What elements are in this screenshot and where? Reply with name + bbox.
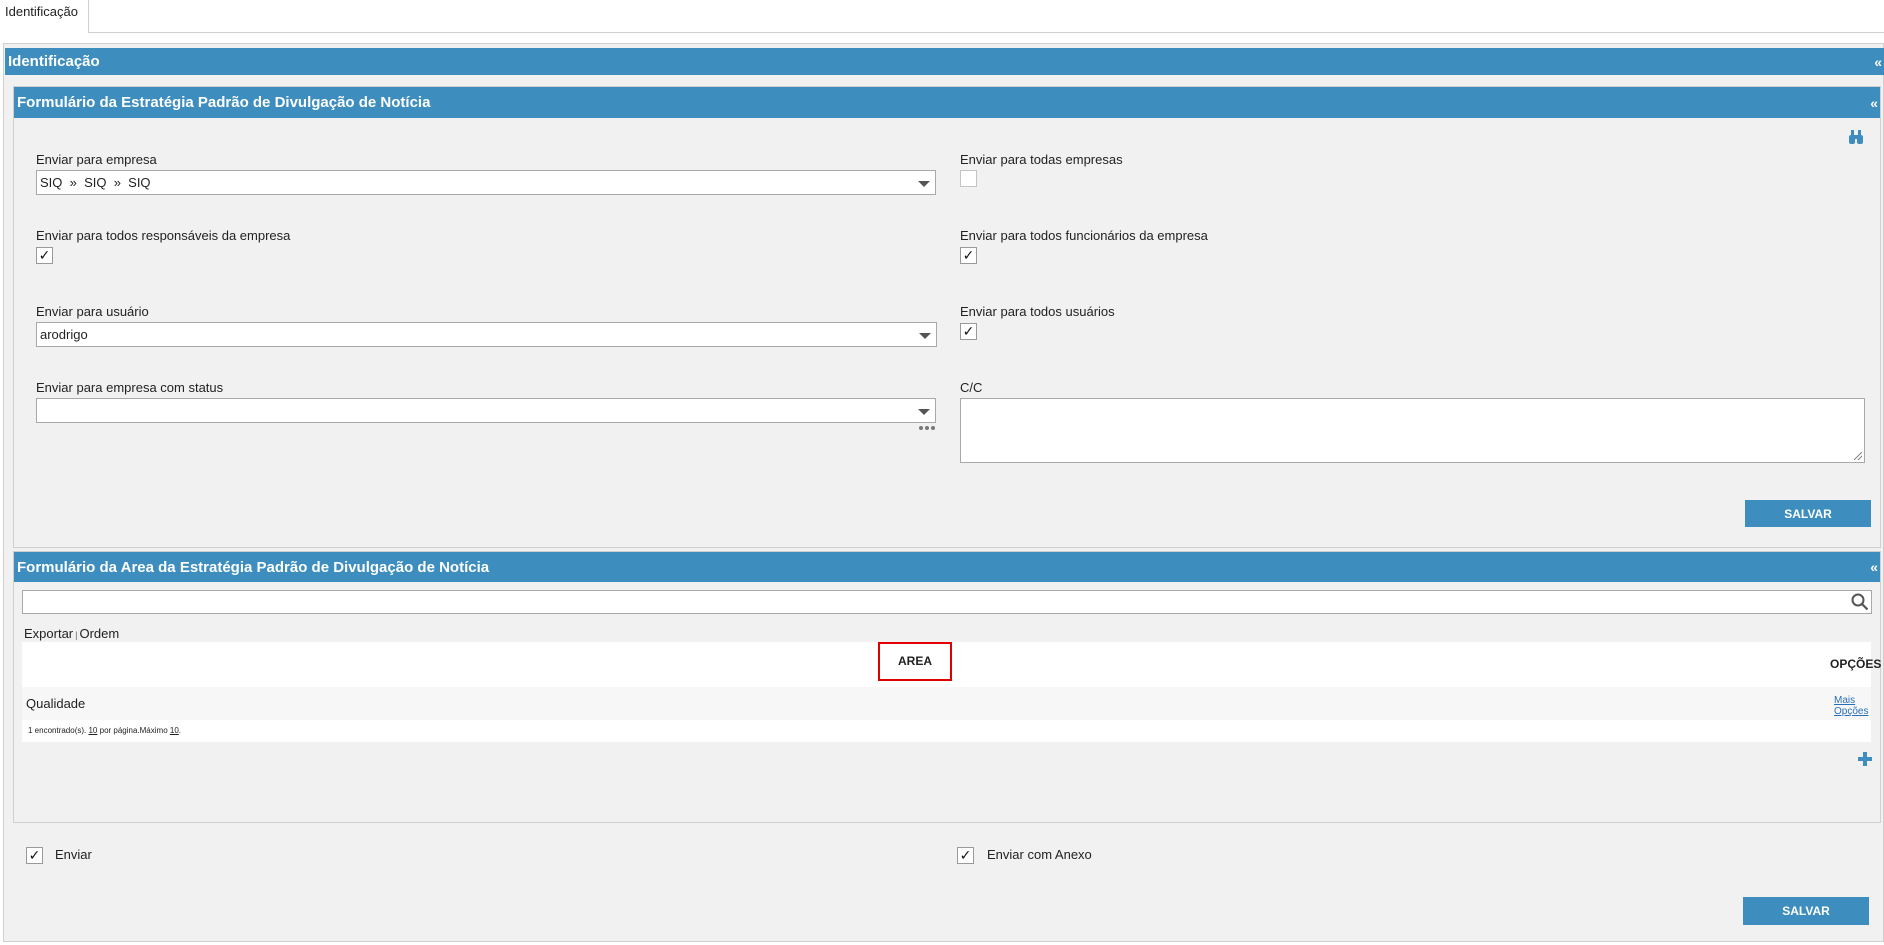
cc-textarea[interactable] bbox=[960, 398, 1865, 463]
pagination-info: 1 encontrado(s). 10 por página.Máximo 10… bbox=[22, 720, 1871, 742]
collapse-icon[interactable]: « bbox=[1870, 559, 1878, 575]
max-link[interactable]: 10 bbox=[170, 726, 179, 735]
todos-funcionarios-checkbox[interactable]: ✓ bbox=[960, 247, 977, 264]
checkmark-icon: ✓ bbox=[962, 247, 975, 263]
empresa-value: SIQ » SIQ » SIQ bbox=[40, 175, 151, 190]
form-area-panel: Formulário da Area da Estratégia Padrão … bbox=[13, 551, 1881, 823]
section-title: Identificação bbox=[8, 53, 100, 70]
usuario-select[interactable]: arodrigo bbox=[36, 322, 937, 347]
collapse-icon[interactable]: « bbox=[1870, 95, 1878, 111]
todos-responsaveis-label: Enviar para todos responsáveis da empres… bbox=[36, 228, 291, 243]
todas-empresas-checkbox[interactable] bbox=[960, 170, 977, 187]
table-toolbar: Exportar | Ordem bbox=[24, 626, 119, 641]
mais-opcoes-line2: Opções bbox=[1834, 706, 1869, 717]
resize-grip-icon[interactable] bbox=[1854, 452, 1862, 460]
column-header-opcoes: OPÇÕES bbox=[1830, 657, 1882, 671]
save-button-bottom[interactable]: SALVAR bbox=[1743, 897, 1869, 925]
empresa-select[interactable]: SIQ » SIQ » SIQ bbox=[36, 170, 936, 195]
table-header: AREA OPÇÕES bbox=[22, 642, 1881, 687]
search-input[interactable] bbox=[22, 590, 1872, 614]
form-estrategia-header[interactable]: Formulário da Estratégia Padrão de Divul… bbox=[14, 87, 1880, 118]
todos-usuarios-checkbox[interactable]: ✓ bbox=[960, 323, 977, 340]
enviar-anexo-label: Enviar com Anexo bbox=[987, 847, 1092, 862]
pagination-mid: por página.Máximo bbox=[97, 726, 170, 735]
usuario-label: Enviar para usuário bbox=[36, 304, 149, 319]
main-panel: Identificação « Formulário da Estratégia… bbox=[3, 43, 1884, 942]
collapse-icon[interactable]: « bbox=[1874, 54, 1882, 70]
enviar-label: Enviar bbox=[55, 847, 92, 862]
status-label: Enviar para empresa com status bbox=[36, 380, 224, 395]
checkmark-icon: ✓ bbox=[28, 847, 41, 863]
tab-bar: Identificação bbox=[0, 0, 1884, 33]
checkmark-icon: ✓ bbox=[962, 323, 975, 339]
pagination-found: 1 encontrado(s). bbox=[28, 726, 89, 735]
order-link[interactable]: Ordem bbox=[79, 626, 119, 641]
dropdown-arrow-icon[interactable] bbox=[919, 333, 931, 339]
enviar-anexo-checkbox[interactable]: ✓ bbox=[957, 847, 974, 864]
checkmark-icon: ✓ bbox=[959, 847, 972, 863]
plus-icon[interactable] bbox=[1858, 752, 1872, 766]
binoculars-icon[interactable] bbox=[1848, 129, 1864, 145]
mais-opcoes-line1: Mais bbox=[1834, 695, 1856, 706]
table-row[interactable]: Qualidade Mais Opções bbox=[22, 687, 1871, 720]
empresa-label: Enviar para empresa bbox=[36, 152, 157, 167]
cc-label: C/C bbox=[960, 380, 983, 395]
cell-area: Qualidade bbox=[26, 696, 86, 711]
ellipsis-icon[interactable] bbox=[918, 425, 936, 431]
todos-responsaveis-checkbox[interactable]: ✓ bbox=[36, 247, 53, 264]
form-estrategia-panel: Formulário da Estratégia Padrão de Divul… bbox=[13, 86, 1881, 548]
tab-identificacao[interactable]: Identificação bbox=[0, 0, 89, 33]
form-area-title: Formulário da Area da Estratégia Padrão … bbox=[17, 558, 490, 576]
status-select[interactable] bbox=[36, 398, 936, 423]
todas-empresas-label: Enviar para todas empresas bbox=[960, 152, 1123, 167]
form-estrategia-title: Formulário da Estratégia Padrão de Divul… bbox=[17, 94, 431, 111]
checkmark-icon: ✓ bbox=[38, 247, 51, 263]
dropdown-arrow-icon[interactable] bbox=[918, 181, 930, 187]
todos-usuarios-label: Enviar para todos usuários bbox=[960, 304, 1115, 319]
toolbar-separator: | bbox=[75, 630, 78, 640]
form-area-header[interactable]: Formulário da Area da Estratégia Padrão … bbox=[14, 552, 1880, 582]
dropdown-arrow-icon[interactable] bbox=[918, 409, 930, 415]
export-link[interactable]: Exportar bbox=[24, 626, 73, 641]
section-header-identificacao[interactable]: Identificação « bbox=[5, 48, 1884, 75]
pagination-end: . bbox=[178, 726, 182, 735]
search-icon[interactable] bbox=[1851, 593, 1869, 611]
mais-opcoes-link[interactable]: Mais Opções bbox=[1834, 695, 1868, 717]
enviar-checkbox[interactable]: ✓ bbox=[26, 847, 43, 864]
save-button[interactable]: SALVAR bbox=[1745, 500, 1871, 527]
todos-funcionarios-label: Enviar para todos funcionários da empres… bbox=[960, 228, 1208, 243]
column-header-area[interactable]: AREA bbox=[878, 642, 952, 681]
usuario-value: arodrigo bbox=[40, 327, 88, 342]
